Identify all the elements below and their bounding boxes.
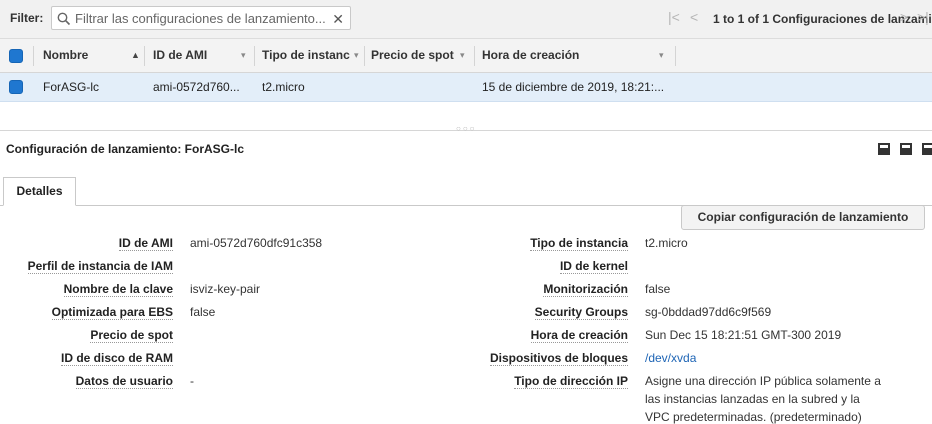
panel-view-icon[interactable] <box>900 143 912 155</box>
select-all-checkbox[interactable] <box>9 49 23 63</box>
panel-view-icon[interactable] <box>922 143 932 155</box>
sort-ascending-icon: ▲ <box>131 50 140 60</box>
field-value-ip-address-type-line: Asigne una dirección IP pública solament… <box>645 374 881 388</box>
field-label-ami-id: ID de AMI <box>118 236 173 251</box>
column-header-tipo-instancia[interactable]: Tipo de instanc ▾ <box>262 39 362 72</box>
field-value-monitoring: false <box>645 282 671 296</box>
field-label-security-groups: Security Groups <box>534 305 628 320</box>
field-label-kernel-id: ID de kernel <box>559 259 628 274</box>
table-header: Nombre ▲ ID de AMI ▾ Tipo de instanc ▾ P… <box>0 39 932 73</box>
search-icon <box>57 12 71 26</box>
drag-handle-icon[interactable]: ○○○ <box>456 124 477 133</box>
cell-ami: ami-0572d760... <box>153 80 240 94</box>
field-label-ebs-optimized: Optimizada para EBS <box>51 305 173 320</box>
chevron-down-icon: ▾ <box>241 50 246 60</box>
field-value-ip-address-type-line: las instancias lanzadas en la subred y l… <box>645 392 860 406</box>
clear-icon[interactable]: ✕ <box>332 11 344 28</box>
first-page-icon[interactable]: |< <box>668 9 680 25</box>
cell-nombre: ForASG-lc <box>43 80 100 94</box>
chevron-down-icon: ▾ <box>460 50 465 60</box>
column-divider <box>144 46 145 66</box>
field-value-instance-type: t2.micro <box>645 236 688 250</box>
field-label-iam-profile: Perfil de instancia de IAM <box>27 259 173 274</box>
last-page-icon[interactable]: >| <box>917 9 929 25</box>
field-value-ami-id: ami-0572d760dfc91c358 <box>190 236 323 250</box>
field-value-ebs-optimized: false <box>190 305 216 319</box>
search-placeholder: Filtrar las configuraciones de lanzamien… <box>75 11 326 26</box>
chevron-down-icon: ▾ <box>659 50 664 60</box>
field-label-ramdisk-id: ID de disco de RAM <box>60 351 173 366</box>
block-device-link[interactable]: /dev/xvda <box>645 351 696 365</box>
filter-bar: Filter: Filtrar las configuraciones de l… <box>0 0 932 39</box>
field-label-instance-type: Tipo de instancia <box>530 236 628 251</box>
column-divider <box>474 46 475 66</box>
filter-label: Filter: <box>10 11 44 25</box>
cell-tipo: t2.micro <box>262 80 305 94</box>
row-checkbox[interactable] <box>9 80 23 94</box>
previous-page-icon[interactable]: < <box>690 9 698 25</box>
field-value-creation-time: Sun Dec 15 18:21:51 GMT-300 2019 <box>645 328 842 342</box>
column-divider <box>33 46 34 66</box>
column-divider <box>254 46 255 66</box>
field-label-key-name: Nombre de la clave <box>63 282 173 297</box>
table-row[interactable]: ForASG-lc ami-0572d760... t2.micro 15 de… <box>0 73 932 102</box>
field-label-creation-time: Hora de creación <box>530 328 628 343</box>
column-divider <box>675 46 676 66</box>
column-header-nombre[interactable]: Nombre ▲ <box>43 39 143 72</box>
field-value-security-groups: sg-0bddad97dd6c9f569 <box>645 305 772 319</box>
field-value-ip-address-type-line: VPC predeterminadas. (predeterminado) <box>645 410 862 424</box>
field-label-user-data: Datos de usuario <box>75 374 173 389</box>
field-value-key-name: isviz-key-pair <box>190 282 261 296</box>
field-value-user-data: - <box>190 374 194 388</box>
column-header-hora-creacion[interactable]: Hora de creación ▾ <box>482 39 672 72</box>
column-header-id-ami[interactable]: ID de AMI ▾ <box>153 39 253 72</box>
tab-label: Detalles <box>16 184 63 198</box>
panel-view-icon[interactable] <box>878 143 890 155</box>
next-page-icon[interactable]: > <box>900 9 908 25</box>
field-label-spot-price: Precio de spot <box>90 328 173 343</box>
field-label-ip-address-type: Tipo de dirección IP <box>514 374 628 389</box>
field-label-block-devices: Dispositivos de bloques <box>489 351 628 366</box>
tab-detalles[interactable]: Detalles <box>3 177 76 206</box>
column-header-precio-spot[interactable]: Precio de spot ▾ <box>371 39 471 72</box>
chevron-down-icon: ▾ <box>354 50 359 60</box>
column-divider <box>364 46 365 66</box>
search-input[interactable]: Filtrar las configuraciones de lanzamien… <box>51 6 351 30</box>
cell-hora: 15 de diciembre de 2019, 18:21:... <box>482 80 665 94</box>
copy-launch-config-button[interactable]: Copiar configuración de lanzamiento <box>681 205 925 230</box>
field-label-monitoring: Monitorización <box>543 282 628 297</box>
detail-title: Configuración de lanzamiento: ForASG-lc <box>6 142 245 156</box>
